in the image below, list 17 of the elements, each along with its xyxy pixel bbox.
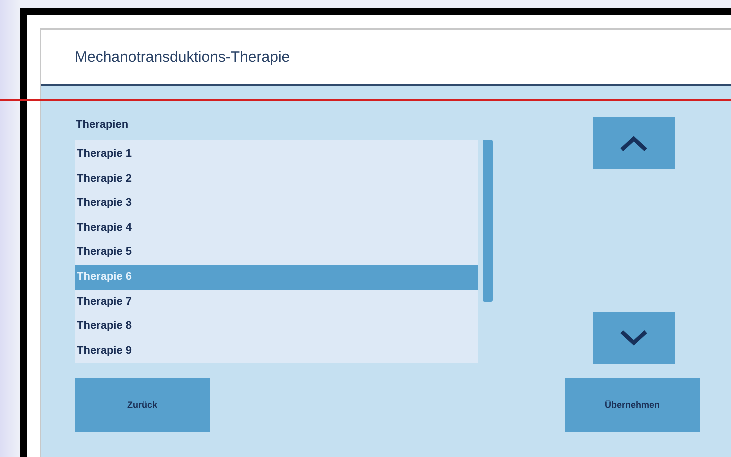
chevron-down-icon [619,330,649,346]
list-item[interactable]: Therapie 7 [75,290,478,314]
scrollbar[interactable] [483,140,493,302]
list-label: Therapien [76,119,130,131]
action-button[interactable]: Zurück [75,378,210,432]
list-item[interactable]: Therapie 2 [75,166,478,192]
action-button[interactable]: Übernehmen [565,378,700,432]
list-item[interactable]: Therapie 8 [75,314,478,339]
chevron-up-icon [619,134,649,152]
list-item[interactable]: Therapie 1 [75,142,478,167]
list-item[interactable]: Therapie 4 [75,216,478,240]
list-item[interactable]: Therapie 3 [75,191,478,216]
scroll-up-button[interactable] [593,117,675,169]
window-title: Mechanotransduktions-Therapie [75,48,290,66]
list-item[interactable]: Therapie 5 [75,240,478,265]
scroll-down-button[interactable] [593,312,675,364]
list-item[interactable]: Therapie 9 [75,338,478,364]
